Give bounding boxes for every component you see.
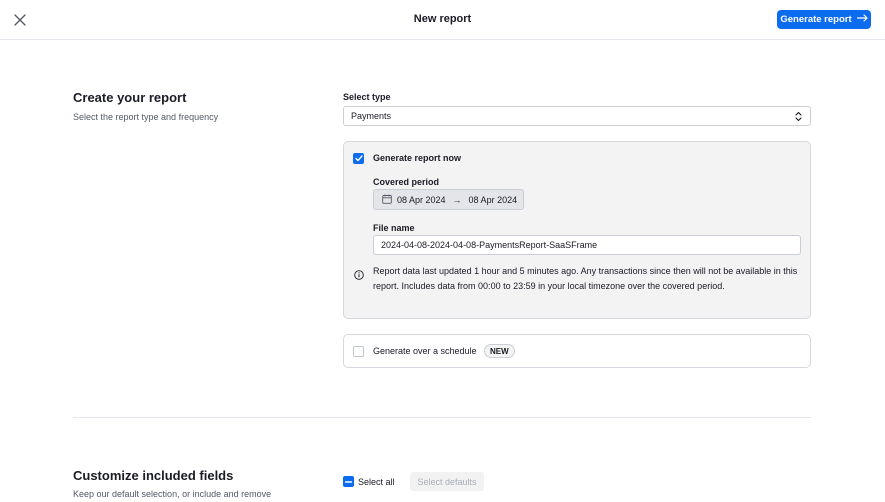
generate-now-label: Generate report now (373, 153, 462, 163)
report-type-select[interactable]: Payments (343, 106, 811, 126)
arrow-right-icon (856, 14, 868, 25)
chevron-updown-icon (794, 110, 803, 123)
new-badge: NEW (484, 344, 515, 358)
period-start-date: 08 Apr 2024 (397, 194, 446, 205)
schedule-checkbox[interactable] (353, 346, 364, 357)
file-name-input[interactable]: 2024-04-08-2024-04-08-PaymentsReport-Saa… (373, 235, 801, 255)
customize-fields-subtitle: Keep our default selection, or include a… (73, 489, 272, 499)
create-report-title: Create your report (73, 90, 187, 105)
covered-period-label: Covered period (373, 177, 440, 187)
period-arrow-icon: → (452, 194, 462, 205)
page-title: New report (413, 13, 472, 25)
info-icon (354, 267, 364, 280)
period-end-date: 08 Apr 2024 (468, 194, 518, 205)
covered-period-picker[interactable]: 08 Apr 2024 → 08 Apr 2024 (373, 189, 524, 210)
report-type-value: Payments (351, 111, 392, 121)
file-name-value: 2024-04-08-2024-04-08-PaymentsReport-Saa… (381, 240, 598, 250)
generate-report-button[interactable]: Generate report (777, 10, 871, 29)
report-info-text: Report data last updated 1 hour and 5 mi… (373, 266, 798, 291)
generate-report-button-label: Generate report (780, 14, 852, 25)
select-defaults-button[interactable]: Select defaults (410, 472, 484, 491)
select-type-label: Select type (343, 92, 391, 102)
top-bar: New report Generate report (0, 0, 885, 40)
generate-now-checkbox[interactable] (353, 153, 364, 164)
schedule-label: Generate over a schedule (373, 346, 477, 356)
select-all-label: Select all (358, 477, 395, 487)
file-name-label: File name (373, 223, 415, 233)
section-divider (73, 417, 811, 418)
customize-fields-title: Customize included fields (73, 468, 234, 483)
select-all-checkbox[interactable] (343, 476, 354, 487)
calendar-icon (382, 194, 392, 206)
create-report-subtitle: Select the report type and frequency (73, 112, 219, 122)
